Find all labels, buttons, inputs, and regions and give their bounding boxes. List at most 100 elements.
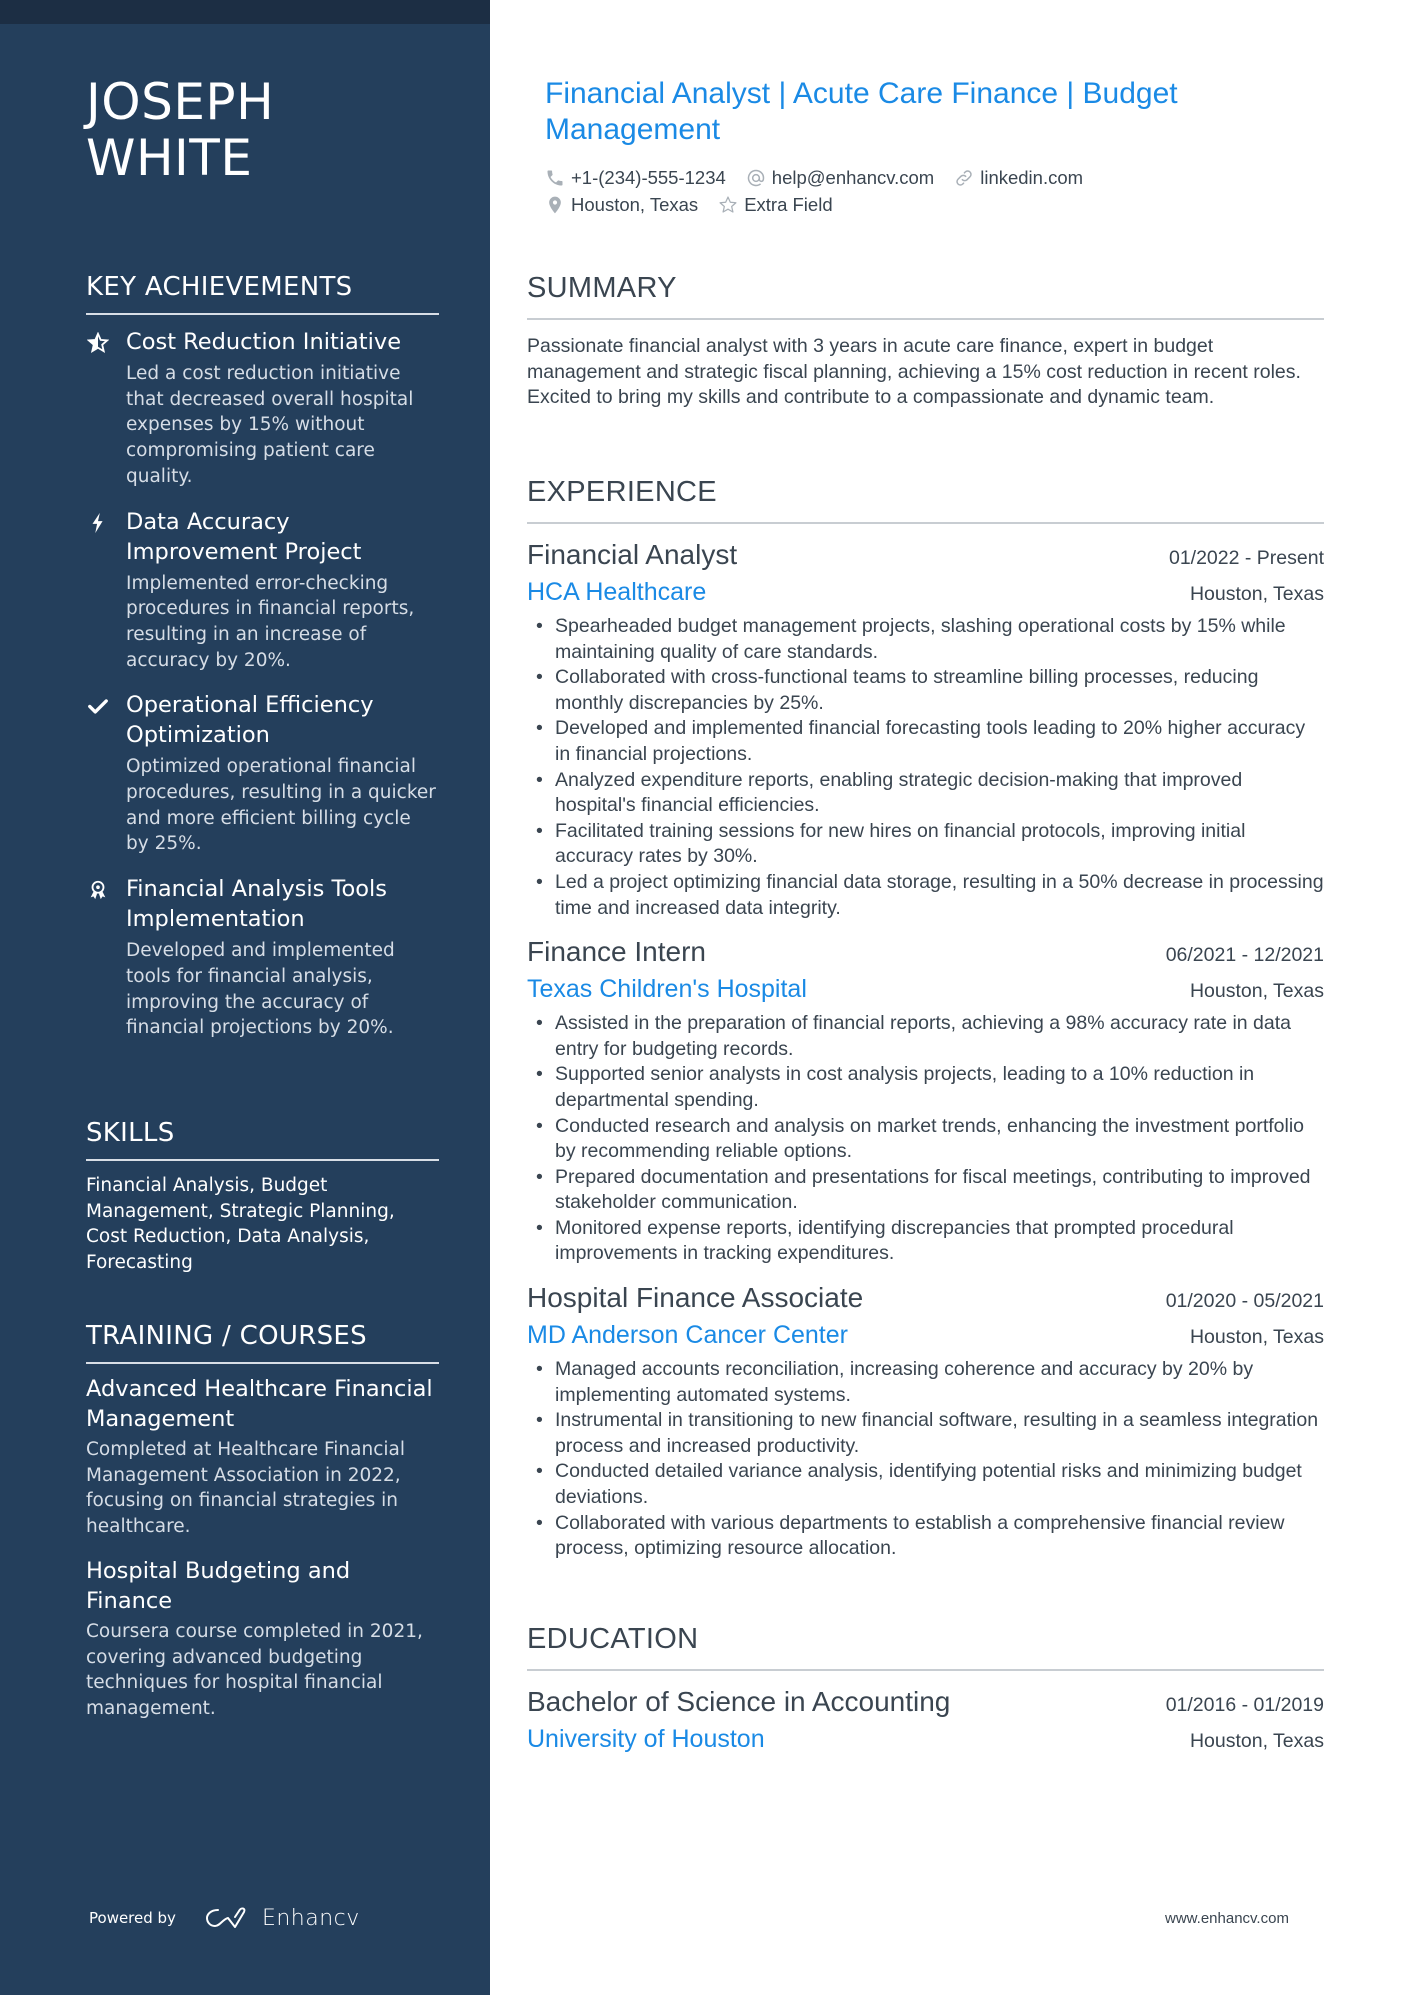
job-bullet: Analyzed expenditure reports, enabling s… — [527, 768, 1324, 819]
summary-text: Passionate financial analyst with 3 year… — [527, 335, 1301, 409]
job-bullet: Conducted research and analysis on marke… — [527, 1114, 1324, 1165]
achievement-description: Developed and implemented tools for fina… — [126, 940, 395, 1039]
phone-icon — [547, 170, 563, 185]
award-ribbon-icon — [86, 878, 110, 902]
education-dates: 01/2016 - 01/2019 — [1165, 1694, 1324, 1716]
professional-headline: Financial Analyst | Acute Care Finance |… — [545, 77, 1178, 146]
job-bullet: Facilitated training sessions for new hi… — [527, 819, 1324, 870]
course-item: Advanced Healthcare Financial Management… — [86, 1374, 439, 1540]
school-name: University of Houston — [527, 1725, 765, 1753]
company-name: HCA Healthcare — [527, 578, 707, 606]
contact-phone[interactable]: +1-(234)-555-1234 — [545, 164, 726, 191]
powered-by-label: Powered by — [89, 1909, 176, 1927]
achievement-description: Optimized operational financial procedur… — [126, 756, 436, 855]
checkmark-icon — [86, 694, 110, 718]
job-title: Finance Intern — [527, 936, 706, 968]
skills-list: Financial Analysis, Budget Management, S… — [86, 1175, 395, 1274]
job-bullet: Managed accounts reconciliation, increas… — [527, 1357, 1324, 1408]
contact-info: +1-(234)-555-1234 help@enhancv.com linke… — [545, 164, 1325, 218]
section-divider — [527, 318, 1324, 320]
degree: Bachelor of Science in Accounting — [527, 1686, 951, 1717]
education-heading: EDUCATION — [527, 1623, 699, 1655]
section-divider — [86, 313, 439, 315]
job-entry: Hospital Finance Associate 01/2020 - 05/… — [527, 1279, 1324, 1562]
job-bullet: Assisted in the preparation of financial… — [527, 1011, 1324, 1062]
extra-field-text: Extra Field — [744, 194, 833, 215]
lightning-bolt-icon — [86, 511, 110, 535]
enhancv-logo-icon — [205, 1907, 246, 1928]
achievement-item: Operational Efficiency Optimization Opti… — [86, 690, 439, 857]
job-entry: Financial Analyst 01/2022 - Present HCA … — [527, 536, 1324, 921]
company-name: MD Anderson Cancer Center — [527, 1321, 848, 1350]
section-divider — [527, 522, 1324, 524]
achievement-title: Operational Efficiency Optimization — [126, 692, 374, 749]
key-achievements-heading: KEY ACHIEVEMENTS — [86, 272, 353, 302]
job-dates: 01/2022 - Present — [1168, 547, 1324, 569]
job-dates: 06/2021 - 12/2021 — [1165, 944, 1324, 967]
education-section: EDUCATION Bachelor of Science in Account… — [527, 1622, 1324, 1757]
course-description: Completed at Healthcare Financial Manage… — [86, 1439, 405, 1538]
phone-number: +1-(234)-555-1234 — [571, 167, 726, 188]
job-bullet: Monitored expense reports, identifying d… — [527, 1216, 1324, 1267]
key-achievements-section: KEY ACHIEVEMENTS Cost Reduction Initiati… — [86, 271, 439, 1058]
job-bullet: Conducted detailed variance analysis, id… — [527, 1459, 1324, 1510]
achievement-title: Cost Reduction Initiative — [126, 329, 402, 355]
achievement-item: Financial Analysis Tools Implementation … — [86, 874, 439, 1041]
course-title: Hospital Budgeting and Finance — [86, 1557, 351, 1614]
course-title: Advanced Healthcare Financial Management — [86, 1376, 433, 1432]
contact-extra-field: Extra Field — [718, 191, 833, 218]
sidebar-top-strip — [0, 0, 490, 24]
star-outline-icon — [719, 195, 737, 213]
job-bullet: Supported senior analysts in cost analys… — [527, 1062, 1324, 1113]
training-section: TRAINING / COURSES Advanced Healthcare F… — [86, 1320, 439, 1738]
powered-by: Powered by Enhancv — [89, 1905, 360, 1931]
education-entry: Bachelor of Science in Accounting 01/201… — [527, 1683, 1324, 1757]
star-icon — [86, 331, 110, 355]
job-bullet: Collaborated with cross-functional teams… — [527, 665, 1324, 716]
training-heading: TRAINING / COURSES — [86, 1321, 367, 1351]
course-item: Hospital Budgeting and Finance Coursera … — [86, 1556, 439, 1722]
achievement-description: Led a cost reduction initiative that dec… — [126, 363, 414, 487]
footer-website-link[interactable]: www.enhancv.com — [1165, 1910, 1289, 1927]
job-bullet: Led a project optimizing financial data … — [527, 870, 1324, 921]
section-divider — [527, 1669, 1324, 1671]
job-bullet: Instrumental in transitioning to new fin… — [527, 1408, 1324, 1459]
course-description: Coursera course completed in 2021, cover… — [86, 1620, 423, 1719]
education-location: Houston, Texas — [1189, 1730, 1324, 1752]
job-dates: 01/2020 - 05/2021 — [1165, 1290, 1324, 1313]
at-icon — [747, 169, 765, 186]
achievement-title: Financial Analysis Tools Implementation — [126, 876, 387, 933]
location-pin-icon — [549, 196, 561, 213]
enhancv-brand-name: Enhancv — [261, 1905, 360, 1931]
candidate-name: JOSEPH WHITE — [86, 73, 275, 187]
achievement-item: Cost Reduction Initiative Led a cost red… — [86, 327, 439, 490]
job-bullets: Assisted in the preparation of financial… — [527, 1011, 1324, 1267]
contact-linkedin[interactable]: linkedin.com — [954, 164, 1083, 191]
summary-heading: SUMMARY — [527, 272, 677, 304]
linkedin-url: linkedin.com — [980, 167, 1084, 188]
skills-section: SKILLS Financial Analysis, Budget Manage… — [86, 1117, 439, 1276]
job-location: Houston, Texas — [1189, 583, 1324, 605]
job-title: Hospital Finance Associate — [527, 1282, 864, 1314]
job-title: Financial Analyst — [527, 539, 738, 570]
job-bullet: Spearheaded budget management projects, … — [527, 614, 1324, 665]
job-bullet: Collaborated with various departments to… — [527, 1511, 1324, 1562]
location-text: Houston, Texas — [571, 194, 699, 215]
job-entry: Finance Intern 06/2021 - 12/2021 Texas C… — [527, 933, 1324, 1267]
job-bullet: Prepared documentation and presentations… — [527, 1165, 1324, 1216]
summary-section: SUMMARY Passionate financial analyst wit… — [527, 271, 1324, 411]
skills-heading: SKILLS — [86, 1118, 175, 1148]
section-divider — [86, 1362, 439, 1364]
achievement-description: Implemented error-checking procedures in… — [126, 572, 415, 671]
contact-location: Houston, Texas — [545, 191, 698, 218]
achievement-item: Data Accuracy Improvement Project Implem… — [86, 507, 439, 674]
job-location: Houston, Texas — [1189, 980, 1324, 1003]
job-location: Houston, Texas — [1189, 1326, 1324, 1349]
job-bullets: Managed accounts reconciliation, increas… — [527, 1357, 1324, 1562]
job-bullets: Spearheaded budget management projects, … — [527, 614, 1324, 921]
section-divider — [86, 1159, 439, 1161]
company-name: Texas Children's Hospital — [527, 975, 807, 1004]
achievement-title: Data Accuracy Improvement Project — [126, 508, 362, 565]
link-icon — [956, 169, 972, 186]
contact-email[interactable]: help@enhancv.com — [746, 164, 934, 191]
